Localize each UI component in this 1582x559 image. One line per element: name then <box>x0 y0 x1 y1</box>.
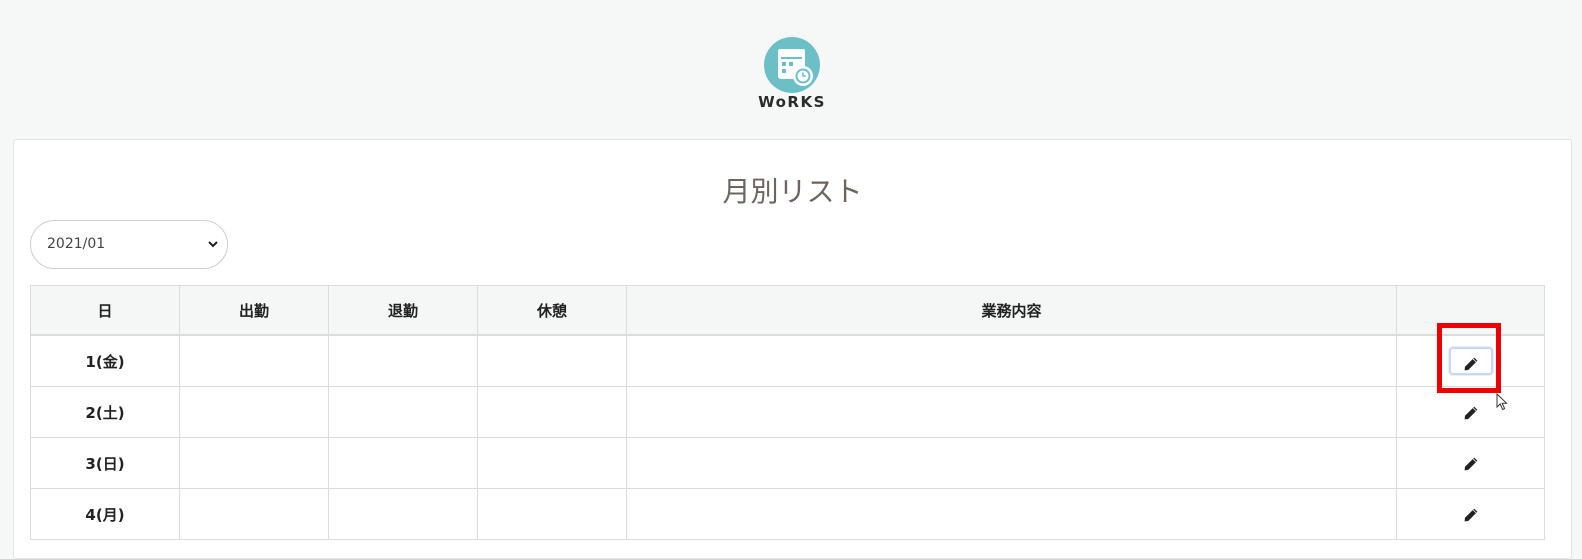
header-break: 休憩 <box>477 285 627 336</box>
page-title: 月別リスト <box>722 175 863 208</box>
header-day: 日 <box>30 285 180 336</box>
edit-button[interactable] <box>1449 449 1493 477</box>
clock-in-cell <box>179 386 329 438</box>
clock-out-cell <box>328 488 478 540</box>
work-content-cell <box>626 488 1397 540</box>
clock-in-cell <box>179 437 329 489</box>
action-cell <box>1396 386 1545 438</box>
clock-out-cell <box>328 437 478 489</box>
work-content-cell <box>626 437 1397 489</box>
clock-in-cell <box>179 334 329 387</box>
app-logo: WoRKS <box>740 35 844 115</box>
break-cell <box>477 488 627 540</box>
monthly-list-card: 月別リスト 2021/01 日 出勤 退勤 休憩 業務内容 1(金) 2(土) … <box>13 139 1572 559</box>
action-cell <box>1396 334 1545 387</box>
month-select-value: 2021/01 <box>47 236 106 252</box>
table-row: 4(月) <box>30 488 1545 540</box>
clock-in-cell <box>179 488 329 540</box>
edit-button[interactable] <box>1448 347 1493 375</box>
pencil-icon <box>1464 357 1477 370</box>
calendar-clock-icon <box>764 37 820 93</box>
day-cell: 3(日) <box>30 437 180 489</box>
header-clock-in: 出勤 <box>179 285 329 336</box>
clock-out-cell <box>328 334 478 387</box>
action-cell <box>1396 488 1545 540</box>
break-cell <box>477 386 627 438</box>
break-cell <box>477 437 627 489</box>
day-cell: 2(土) <box>30 386 180 438</box>
monthly-table: 日 出勤 退勤 休憩 業務内容 1(金) 2(土) 3(日) 4(月) <box>30 285 1545 540</box>
table-row: 2(土) <box>30 386 1545 438</box>
pencil-icon <box>1464 406 1477 419</box>
work-content-cell <box>626 386 1397 438</box>
work-content-cell <box>626 334 1397 387</box>
header-work-content: 業務内容 <box>626 285 1397 336</box>
edit-button[interactable] <box>1449 500 1493 528</box>
edit-button[interactable] <box>1449 398 1493 426</box>
day-cell: 1(金) <box>30 334 180 387</box>
table-header-row: 日 出勤 退勤 休憩 業務内容 <box>30 285 1545 336</box>
clock-out-cell <box>328 386 478 438</box>
action-cell <box>1396 437 1545 489</box>
header-actions <box>1396 285 1545 336</box>
table-row: 1(金) <box>30 334 1545 387</box>
day-cell: 4(月) <box>30 488 180 540</box>
pencil-icon <box>1464 457 1477 470</box>
chevron-down-icon <box>208 241 218 248</box>
pencil-icon <box>1464 508 1477 521</box>
header-clock-out: 退勤 <box>328 285 478 336</box>
month-select[interactable]: 2021/01 <box>30 220 228 269</box>
table-row: 3(日) <box>30 437 1545 489</box>
logo-wordmark: WoRKS <box>758 93 826 111</box>
break-cell <box>477 334 627 387</box>
